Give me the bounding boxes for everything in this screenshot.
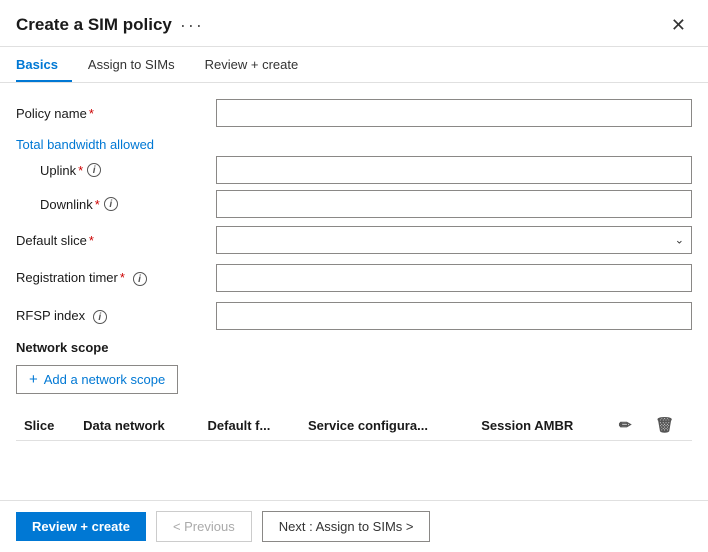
close-button[interactable]: ✕ (665, 14, 692, 36)
dialog-header: Create a SIM policy ··· ✕ (0, 0, 708, 47)
edit-column-icon[interactable]: ✏ (619, 417, 632, 434)
dialog-content: Policy name* Total bandwidth allowed Upl… (0, 83, 708, 500)
col-session-ambr: Session AMBR (473, 410, 611, 441)
rfsp-index-info-icon[interactable]: i (93, 310, 107, 324)
col-service-config: Service configura... (300, 410, 473, 441)
table-header-row: Slice Data network Default f... Service … (16, 410, 692, 441)
rfsp-index-row: RFSP index i (16, 302, 692, 330)
registration-timer-required: * (120, 270, 125, 285)
dialog-footer: Review + create < Previous Next : Assign… (0, 500, 708, 552)
col-delete-action: 🗑 (647, 410, 692, 441)
rfsp-index-label: RFSP index i (16, 308, 216, 325)
policy-name-required: * (89, 106, 94, 121)
registration-timer-row: Registration timer* i 3240 (16, 264, 692, 292)
add-network-scope-button[interactable]: + Add a network scope (16, 365, 178, 394)
downlink-label: Downlink * i (16, 197, 216, 212)
uplink-row: Uplink * i (16, 156, 692, 184)
tab-bar: Basics Assign to SIMs Review + create (0, 47, 708, 83)
col-data-network: Data network (75, 410, 199, 441)
registration-timer-label: Registration timer* i (16, 270, 216, 287)
default-slice-required: * (89, 233, 94, 248)
col-edit-action: ✏ (611, 410, 647, 441)
downlink-input[interactable] (216, 190, 692, 218)
uplink-label: Uplink * i (16, 163, 216, 178)
policy-name-label: Policy name* (16, 106, 216, 121)
tab-assign-to-sims[interactable]: Assign to SIMs (88, 47, 189, 82)
tab-basics[interactable]: Basics (16, 47, 72, 82)
review-create-button[interactable]: Review + create (16, 512, 146, 541)
dialog-title-area: Create a SIM policy ··· (16, 15, 204, 36)
downlink-required: * (95, 197, 100, 212)
more-options-icon[interactable]: ··· (180, 15, 204, 36)
network-scope-table: Slice Data network Default f... Service … (16, 410, 692, 441)
default-slice-select[interactable] (216, 226, 692, 254)
default-slice-label: Default slice* (16, 233, 216, 248)
col-slice: Slice (16, 410, 75, 441)
policy-name-input[interactable] (216, 99, 692, 127)
total-bandwidth-label: Total bandwidth allowed (16, 137, 216, 152)
next-button[interactable]: Next : Assign to SIMs > (262, 511, 431, 542)
uplink-required: * (78, 163, 83, 178)
rfsp-index-input[interactable] (216, 302, 692, 330)
default-slice-row: Default slice* ⌄ (16, 226, 692, 254)
plus-icon: + (29, 371, 38, 388)
downlink-row: Downlink * i (16, 190, 692, 218)
default-slice-select-wrapper: ⌄ (216, 226, 692, 254)
add-network-scope-label: Add a network scope (44, 372, 165, 387)
registration-timer-info-icon[interactable]: i (133, 272, 147, 286)
downlink-info-icon[interactable]: i (104, 197, 118, 211)
registration-timer-input[interactable]: 3240 (216, 264, 692, 292)
uplink-input[interactable] (216, 156, 692, 184)
delete-column-icon[interactable]: 🗑 (655, 417, 674, 434)
previous-button[interactable]: < Previous (156, 511, 252, 542)
total-bandwidth-label-row: Total bandwidth allowed (16, 137, 692, 152)
network-scope-section-label: Network scope (16, 340, 692, 355)
policy-name-row: Policy name* (16, 99, 692, 127)
col-default-f: Default f... (200, 410, 300, 441)
tab-review-create[interactable]: Review + create (205, 47, 313, 82)
uplink-info-icon[interactable]: i (87, 163, 101, 177)
create-sim-policy-dialog: Create a SIM policy ··· ✕ Basics Assign … (0, 0, 708, 552)
dialog-title: Create a SIM policy (16, 15, 172, 35)
total-bandwidth-section: Total bandwidth allowed Uplink * i Downl… (16, 137, 692, 218)
